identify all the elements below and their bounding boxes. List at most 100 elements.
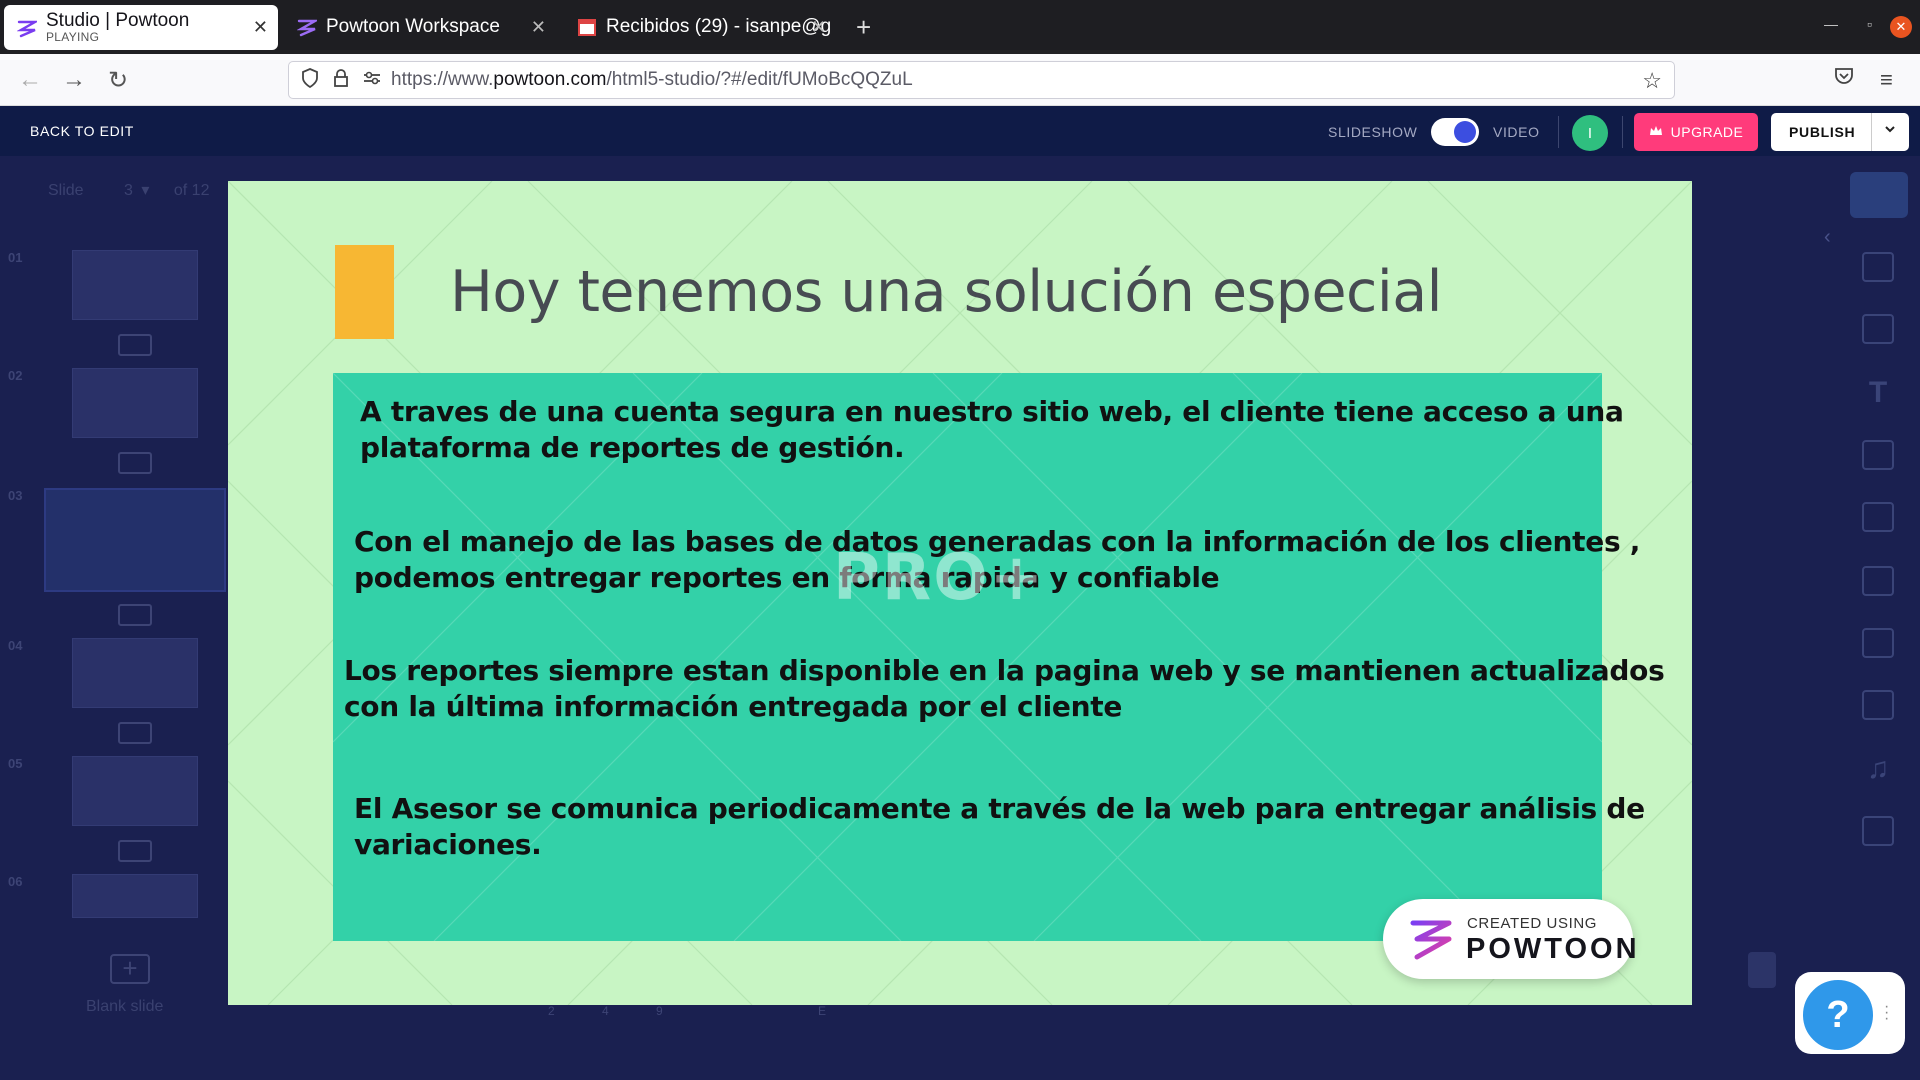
- thumb-number: 01: [8, 250, 23, 265]
- created-using-powtoon-badge[interactable]: CREATED USING POWTOON: [1383, 899, 1637, 979]
- slide-total: of 12: [173, 182, 210, 199]
- bullet-line: El Asesor se comunica periodicamente a t…: [354, 792, 1645, 825]
- url-text[interactable]: https://www.powtoon.com/html5-studio/?#/…: [391, 69, 913, 91]
- bullet-line: con la última información entregada por …: [344, 690, 1123, 723]
- thumb-number: 06: [8, 874, 23, 889]
- more-options-icon[interactable]: · · ·: [1884, 999, 1889, 1027]
- shield-icon[interactable]: [301, 67, 319, 93]
- badge-small-text: CREATED USING: [1467, 915, 1598, 932]
- props-icon[interactable]: [1862, 502, 1894, 532]
- minimize-icon[interactable]: —: [1824, 16, 1838, 32]
- help-button[interactable]: ?: [1799, 976, 1877, 1054]
- layout-icon[interactable]: [1862, 252, 1894, 282]
- slideshow-mode-label[interactable]: SLIDESHOW: [1328, 124, 1417, 140]
- chevron-left-icon[interactable]: ‹: [1824, 226, 1831, 249]
- characters-icon[interactable]: [1862, 440, 1894, 470]
- zoom-control[interactable]: [1748, 952, 1776, 988]
- slide-thumbnail[interactable]: [72, 368, 198, 438]
- bullet-text: El Asesor se comunica periodicamente a t…: [354, 791, 1645, 863]
- url-path: /html5-studio/?#/edit/fUMoBcQQZuL: [606, 69, 913, 90]
- tab-title: Powtoon Workspace: [326, 17, 500, 37]
- close-tab-icon[interactable]: ✕: [811, 17, 826, 38]
- shapes-icon[interactable]: [1862, 566, 1894, 596]
- background-pattern-icon[interactable]: [1862, 314, 1894, 344]
- powtoon-logo-icon: [1410, 920, 1452, 960]
- slideshow-video-toggle[interactable]: [1431, 118, 1479, 146]
- text-tool-icon[interactable]: T: [1862, 376, 1894, 409]
- slide-preview: Hoy tenemos una solución especial A trav…: [228, 181, 1692, 1005]
- bullet-line: A traves de una cuenta segura en nuestro…: [360, 395, 1624, 428]
- header-divider: [1622, 116, 1623, 148]
- slide-label: Slide: [48, 182, 84, 199]
- crown-icon: [1649, 124, 1663, 140]
- blank-slide-label[interactable]: Blank slide: [86, 998, 163, 1016]
- user-avatar[interactable]: I: [1572, 115, 1608, 151]
- add-slide-icon[interactable]: [118, 452, 152, 474]
- video-icon[interactable]: [1862, 690, 1894, 720]
- add-blank-slide-icon[interactable]: +: [110, 954, 150, 984]
- pocket-icon[interactable]: [1834, 67, 1854, 91]
- publish-button[interactable]: PUBLISH: [1771, 113, 1909, 151]
- bullet-line: variaciones.: [354, 828, 542, 861]
- tab-studio-powtoon[interactable]: Studio | Powtoon PLAYING ✕: [4, 5, 278, 50]
- slide-thumbnail[interactable]: [72, 638, 198, 708]
- slide-thumbnail[interactable]: [72, 756, 198, 826]
- slide-thumbnail[interactable]: [72, 250, 198, 320]
- site-settings-icon[interactable]: [363, 70, 381, 91]
- publish-label: PUBLISH: [1789, 124, 1856, 140]
- character-panel-icon[interactable]: [1850, 172, 1908, 218]
- close-tab-icon[interactable]: ✕: [253, 17, 268, 38]
- powtoon-favicon-icon: [16, 17, 38, 39]
- tab-playing-status: PLAYING: [46, 30, 100, 44]
- lock-icon[interactable]: [333, 68, 349, 93]
- bullet-line: Los reportes siempre estan disponible en…: [344, 654, 1665, 687]
- music-note-icon[interactable]: ♫: [1862, 752, 1894, 785]
- slide-current-select[interactable]: 3: [124, 182, 133, 199]
- url-host: powtoon.com: [493, 69, 607, 90]
- slide-thumbnail[interactable]: [72, 874, 198, 918]
- toggle-knob: [1454, 121, 1476, 143]
- reload-icon[interactable]: ↻: [108, 66, 128, 95]
- menu-hamburger-icon[interactable]: ≡: [1880, 67, 1893, 93]
- chevron-down-icon[interactable]: [1883, 122, 1897, 139]
- close-tab-icon[interactable]: ✕: [531, 17, 546, 38]
- forward-arrow-icon[interactable]: →: [62, 66, 86, 94]
- add-slide-icon[interactable]: [118, 722, 152, 744]
- tab-title: Studio | Powtoon: [46, 11, 190, 32]
- bullet-text: Los reportes siempre estan disponible en…: [344, 653, 1665, 725]
- powtoon-favicon-icon: [296, 16, 318, 38]
- thumb-number: 02: [8, 368, 23, 383]
- new-tab-plus-icon[interactable]: +: [856, 12, 871, 43]
- bullet-line: plataforma de reportes de gestión.: [360, 431, 905, 464]
- bullet-text: A traves de una cuenta segura en nuestro…: [360, 394, 1624, 466]
- browser-nav-bar: ← → ↻ https://www.powtoon.com/html5-stud…: [0, 54, 1920, 106]
- browser-tab-bar: Studio | Powtoon PLAYING ✕ Powtoon Works…: [0, 0, 1920, 54]
- maximize-icon[interactable]: ▫: [1867, 16, 1872, 32]
- back-arrow-icon[interactable]: ←: [18, 66, 42, 94]
- bookmark-star-icon[interactable]: ☆: [1642, 68, 1662, 94]
- chevron-down-icon: ▾: [141, 182, 150, 199]
- media-image-icon[interactable]: [1862, 628, 1894, 658]
- slide-title: Hoy tenemos una solución especial: [450, 259, 1443, 325]
- calendar-favicon-icon: [576, 16, 598, 38]
- add-slide-icon[interactable]: [118, 334, 152, 356]
- url-bar[interactable]: https://www.powtoon.com/html5-studio/?#/…: [288, 61, 1675, 99]
- video-mode-label[interactable]: VIDEO: [1493, 124, 1540, 140]
- special-fx-icon[interactable]: [1862, 816, 1894, 846]
- publish-divider: [1871, 113, 1872, 151]
- tab-gmail[interactable]: Recibidos (29) - isanpe@g ✕: [564, 4, 836, 50]
- upgrade-label: UPGRADE: [1670, 124, 1744, 140]
- badge-brand-text: POWTOON: [1466, 933, 1640, 965]
- add-slide-icon[interactable]: [118, 840, 152, 862]
- upgrade-button[interactable]: UPGRADE: [1634, 113, 1758, 151]
- timeline-marker: 4: [602, 1004, 609, 1018]
- accent-square: [335, 245, 394, 339]
- add-slide-icon[interactable]: [118, 604, 152, 626]
- header-divider: [1558, 116, 1559, 148]
- timeline-marker: 2: [548, 1004, 555, 1018]
- window-close-icon[interactable]: ✕: [1890, 16, 1912, 38]
- tab-powtoon-workspace[interactable]: Powtoon Workspace ✕: [284, 4, 556, 50]
- back-to-edit-button[interactable]: BACK TO EDIT: [30, 123, 134, 139]
- slide-thumbnail-current[interactable]: [44, 488, 226, 592]
- thumb-number: 05: [8, 756, 23, 771]
